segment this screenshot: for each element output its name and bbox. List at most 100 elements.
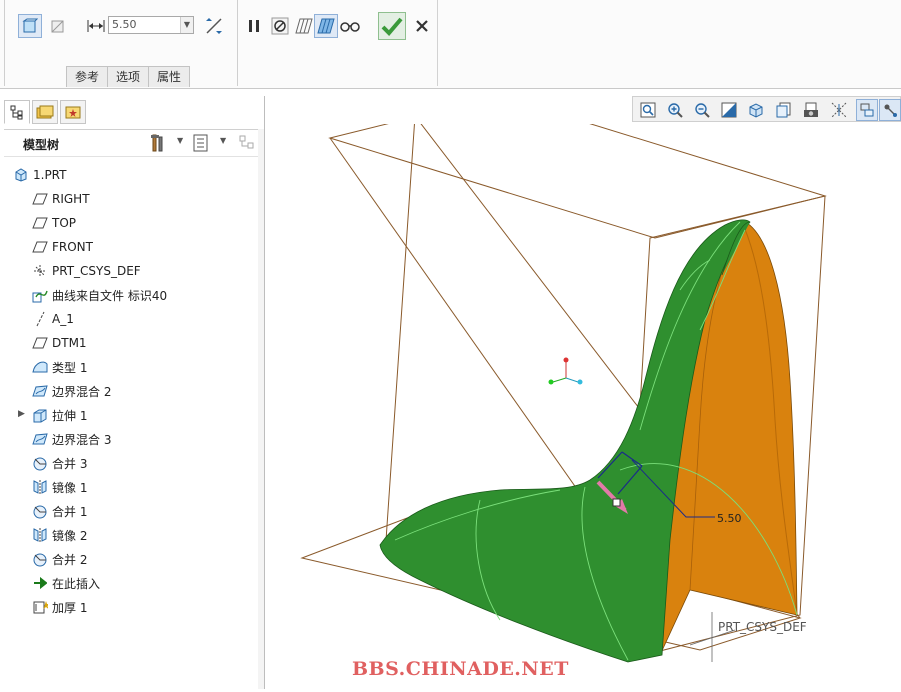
datum-display-icon [831,102,847,118]
tree-item-label: 曲线来自文件 标识40 [52,288,168,303]
pause-icon [249,20,259,32]
repaint-button[interactable] [718,99,740,121]
tree-item-label: FRONT [52,240,93,254]
tree-item-label: 合并 2 [52,552,88,567]
zoom-in-button[interactable] [664,99,686,121]
thickness-icon-label [84,14,108,38]
view-manager-button[interactable] [800,99,822,121]
saved-orientations-button[interactable] [773,99,795,121]
tree-item[interactable]: FRONT [32,236,93,258]
dimension-arrows-icon [87,20,105,32]
tree-item[interactable]: 在此插入 [32,572,100,594]
pause-button[interactable] [242,14,266,38]
tree-item[interactable]: DTM1 [32,332,87,354]
favorites-icon [65,106,81,119]
refit-button[interactable] [637,99,659,121]
tree-item[interactable]: 镜像 1 [32,476,87,498]
geometry-preview-button[interactable] [314,14,338,38]
tree-item[interactable]: A_1 [32,308,74,330]
tree-item[interactable]: 加厚 1 [32,596,87,618]
csys-icon [32,263,48,279]
datum-axis-icon [32,311,48,327]
thickness-dimension-label[interactable]: 5.50 [717,512,742,525]
separate-preview-button[interactable] [292,14,316,38]
tree-item[interactable]: TOP [32,212,76,234]
tab-model-tree[interactable] [4,100,30,124]
model-canvas[interactable] [265,95,901,689]
remove-material-button[interactable] [46,14,70,38]
datum-plane-icon [32,191,48,207]
extrude-icon [32,407,48,423]
mirror-icon [32,527,48,543]
tree-item[interactable]: 1.PRT [13,164,66,186]
chevron-down-icon[interactable]: ▼ [220,136,226,145]
flip-direction-icon [206,18,222,34]
tree-item-label: 镜像 2 [52,528,88,543]
tree-item-label: 镜像 1 [52,480,88,495]
tree-item[interactable]: 镜像 2 [32,524,87,546]
merge-icon [32,503,48,519]
settings-tools-icon[interactable] [150,133,172,156]
zoom-out-button[interactable] [691,99,713,121]
annotation-icon [860,103,874,117]
tree-item[interactable]: 边界混合 2 [32,380,111,402]
tree-item-label: 加厚 1 [52,600,88,615]
model-tree-header: 模型树 ▼ ▼ [4,129,260,157]
tree-item[interactable]: PRT_CSYS_DEF [32,260,141,282]
tree-item[interactable]: 曲线来自文件 标识40 [32,284,167,306]
datum-plane-icon [32,335,48,351]
navigator-tabs [4,100,88,124]
solid-thicken-button[interactable] [18,14,42,38]
repaint-icon [721,102,737,118]
cancel-button[interactable] [410,14,434,38]
tree-item[interactable]: RIGHT [32,188,90,210]
tab-options[interactable]: 选项 [107,66,150,87]
tree-item[interactable]: 合并 3 [32,452,87,474]
tree-item[interactable]: 拉伸 1 [32,404,87,426]
datum-plane-icon [32,215,48,231]
no-preview-icon [271,17,289,35]
graphics-window[interactable]: 5.50 PRT_CSYS_DEF [265,95,901,689]
tab-favorites[interactable] [60,100,86,124]
tree-item[interactable]: 类型 1 [32,356,87,378]
tree-item-label: 边界混合 2 [52,384,112,399]
thickness-value: 5.50 [112,18,137,31]
chevron-down-icon[interactable]: ▼ [180,17,193,33]
annotation-display-button[interactable] [856,99,878,121]
zoom-out-icon [695,103,710,118]
accept-button[interactable] [378,12,406,40]
thickness-input[interactable]: 5.50 ▼ [108,16,194,34]
tab-references[interactable]: 参考 [66,66,109,87]
style-surface-icon [32,359,48,375]
panel-scrollbar[interactable] [258,129,264,689]
drag-handle[interactable] [612,498,621,507]
tree-item[interactable]: 边界混合 3 [32,428,111,450]
tree-item-label: A_1 [52,312,74,326]
tree-filter-icon[interactable] [238,134,258,155]
curve-from-file-icon [32,287,48,303]
no-preview-button[interactable] [268,14,292,38]
thicken-icon [32,599,48,615]
dashboard-tabs: 参考 选项 属性 [66,66,191,87]
show-list-icon[interactable] [192,134,210,155]
verify-mode-button[interactable] [338,14,362,38]
expand-arrow-icon[interactable]: ▶ [18,409,25,419]
tree-item-label: PRT_CSYS_DEF [52,264,141,278]
tree-item-label: 边界混合 3 [52,432,112,447]
boundary-blend-icon [32,431,48,447]
chevron-down-icon[interactable]: ▼ [177,136,183,145]
tab-properties[interactable]: 属性 [148,66,191,87]
display-style-button[interactable] [745,99,767,121]
datum-display-button[interactable] [828,99,850,121]
insert-here-arrow-icon [32,575,48,591]
spin-center-button[interactable] [879,99,901,121]
merge-icon [32,551,48,567]
flip-direction-button[interactable] [202,14,226,38]
datum-plane-icon [32,239,48,255]
mirror-icon [32,479,48,495]
tree-item[interactable]: 合并 1 [32,500,87,522]
tree-item[interactable]: 合并 2 [32,548,87,570]
checkmark-icon [381,17,403,36]
datum-plane-top [328,95,827,239]
tab-folder-browser[interactable] [32,100,58,124]
